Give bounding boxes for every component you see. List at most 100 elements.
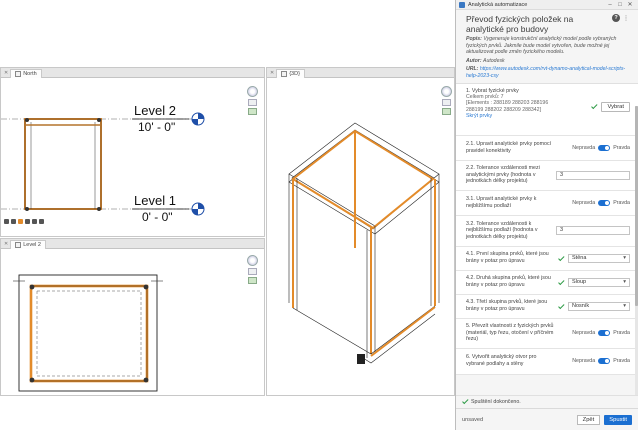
level-adjust-toggle[interactable] [598, 199, 611, 206]
zoom-fit-icon[interactable] [247, 108, 257, 115]
save-state: unsaved [462, 416, 484, 423]
check-icon [558, 279, 565, 286]
zoom-icon[interactable] [247, 268, 257, 275]
toggle-on-label: Pravda [613, 330, 630, 337]
script-author: Autor: Autodesk [466, 57, 505, 64]
level-tolerance-input[interactable]: 3 [556, 226, 630, 236]
plan-view[interactable]: ✕ Level 2 [0, 238, 265, 396]
panel-titlebar: Analytická automatizace – □ ✕ [456, 0, 638, 10]
back-button[interactable]: Zpět [576, 414, 601, 425]
analytical-automation-panel: Analytická automatizace – □ ✕ Převod fyz… [455, 0, 638, 430]
detail-level-icon[interactable] [11, 219, 16, 224]
scale-icon[interactable] [4, 219, 9, 224]
step-label: 4.1. První skupina prvků, které jsou brá… [466, 251, 549, 265]
step-label: 2.2. Tolerance vzdálenosti mezi analytic… [466, 165, 540, 185]
level-1-head[interactable]: Level 1 0' - 0" [132, 193, 205, 224]
app-icon [459, 1, 465, 8]
tab-label: Level 2 [23, 241, 41, 248]
close-icon[interactable]: ⋮ [622, 14, 630, 22]
script-url: URL: https://www.autodesk.com/rvt-dynamo… [466, 66, 626, 79]
elevation-view-tabbar: ✕ North [1, 68, 264, 78]
check-icon [558, 255, 565, 262]
check-icon [558, 303, 565, 310]
element-ids: [Elements : 288189 288203 288196 288199 … [466, 100, 549, 113]
zoom-fit-icon[interactable] [247, 277, 257, 284]
distance-tolerance-input[interactable]: 3 [556, 170, 630, 180]
hide-elements-link[interactable]: Skrýt prvky [466, 113, 492, 119]
zoom-fit-icon[interactable] [441, 108, 451, 115]
panel-content[interactable]: Převod fyzických položek na analytické p… [456, 10, 638, 408]
tab-level-2[interactable]: Level 2 [10, 239, 46, 249]
question-icon[interactable]: ? [612, 14, 620, 22]
script-info: Převod fyzických položek na analytické p… [456, 10, 638, 83]
group-2-select[interactable]: Sloup [568, 277, 630, 287]
elevation-view[interactable]: ✕ North Level 2 10' - 0" Level 1 0' - 0" [0, 67, 265, 237]
select-button[interactable]: Vybrat [601, 101, 630, 112]
step-select-elements: 1. Vybrat fyzické prvky Celkem prvků: 7 … [456, 84, 638, 136]
shadows-icon[interactable] [32, 219, 37, 224]
level-1-elevation: 0' - 0" [142, 210, 173, 224]
window-title: Analytická automatizace [468, 1, 528, 8]
level-1-name: Level 1 [134, 193, 176, 208]
step-label: 4.2. Druhá skupina prvků, které jsou brá… [466, 275, 551, 289]
navigation-bar[interactable] [245, 86, 259, 115]
tab-3d[interactable]: {3D} [276, 68, 305, 78]
steering-wheel-icon[interactable] [246, 86, 258, 97]
step-group-3: 4.3. Třetí skupina prvků, které jsou brá… [456, 295, 638, 319]
steering-wheel-icon[interactable] [246, 255, 258, 266]
openings-toggle[interactable] [598, 358, 611, 365]
step-distance-tolerance: 2.2. Tolerance vzdálenosti mezi analytic… [456, 161, 638, 191]
maximize-icon[interactable]: □ [615, 2, 625, 8]
properties-toggle[interactable] [598, 330, 611, 337]
zoom-icon[interactable] [441, 99, 451, 106]
window-close-icon[interactable]: ✕ [625, 1, 635, 8]
view-control-bar[interactable] [1, 218, 44, 225]
tab-north[interactable]: North [10, 68, 42, 78]
navigation-bar[interactable] [245, 255, 259, 284]
step-level-tolerance: 3.2. Tolerance vzdálenosti k nejbližšímu… [456, 216, 638, 247]
script-description: Popis: Vygeneruje konstrukční analytický… [466, 36, 617, 56]
step-properties-toggle: 5. Převzít vlastnosti z fyzických prvků … [456, 319, 638, 349]
toggle-on-label: Pravda [613, 358, 630, 365]
plan-drawing [13, 274, 163, 392]
sun-path-icon[interactable] [25, 219, 30, 224]
3d-view-tabbar: ✕ {3D} [267, 68, 454, 78]
level-2-name: Level 2 [134, 103, 176, 118]
level-2-head[interactable]: Level 2 10' - 0" [132, 103, 205, 134]
run-status: Spuštění dokončeno. [456, 395, 638, 407]
crop-icon[interactable] [39, 219, 44, 224]
toggle-off-label: Nepravda [572, 358, 596, 365]
check-icon [462, 398, 469, 405]
toggle-off-label: Nepravda [572, 330, 596, 337]
connectivity-toggle[interactable] [598, 144, 611, 151]
elevation-view-icon [15, 70, 22, 77]
status-text: Spuštění dokončeno. [471, 398, 521, 405]
step-level-toggle: 3.1. Upravit analytické prvky k nejbližš… [456, 191, 638, 216]
run-button[interactable]: Spustit [604, 414, 632, 425]
toggle-off-label: Nepravda [572, 199, 596, 206]
minimize-icon[interactable]: – [605, 2, 615, 8]
url-link[interactable]: https://www.autodesk.com/rvt-dynamo-anal… [466, 66, 625, 79]
level-2-elevation: 10' - 0" [138, 120, 175, 134]
floor-plan-icon [15, 241, 22, 248]
close-tab-icon[interactable]: ✕ [4, 241, 8, 247]
zoom-icon[interactable] [247, 99, 257, 106]
toggle-off-label: Nepravda [572, 144, 596, 151]
step-label: 5. Převzít vlastnosti z fyzických prvků … [466, 323, 554, 343]
step-label: 2.1. Upravit analytické prvky pomocí pra… [466, 140, 552, 154]
step-openings-toggle: 6. Vytvořit analytický otvor pro vybrané… [456, 349, 638, 375]
elevation-drawing: Level 2 10' - 0" Level 1 0' - 0" [1, 103, 205, 224]
step-label: 3.1. Upravit analytické prvky k nejbližš… [466, 195, 537, 209]
group-1-select[interactable]: Stěna [568, 253, 630, 263]
group-3-select[interactable]: Nosník [568, 301, 630, 311]
step-label: 6. Vytvořit analytický otvor pro vybrané… [466, 354, 537, 368]
3d-view-icon [281, 70, 288, 77]
check-icon [591, 103, 598, 110]
steering-wheel-icon[interactable] [440, 86, 452, 97]
close-tab-icon[interactable]: ✕ [4, 70, 8, 76]
3d-view[interactable]: ✕ {3D} [266, 67, 455, 396]
tab-label: North [23, 70, 37, 77]
close-tab-icon[interactable]: ✕ [270, 70, 274, 76]
navigation-bar[interactable] [439, 86, 453, 115]
visual-style-icon[interactable] [18, 219, 23, 224]
